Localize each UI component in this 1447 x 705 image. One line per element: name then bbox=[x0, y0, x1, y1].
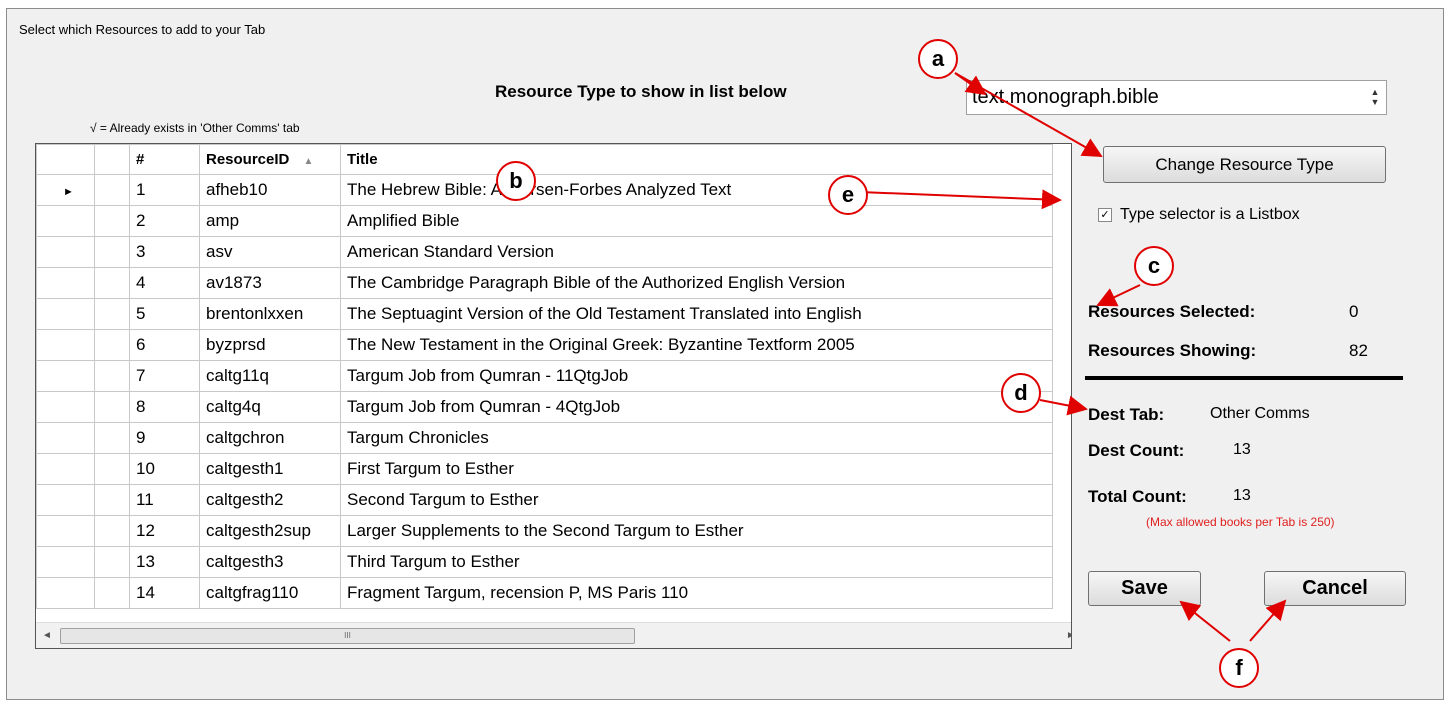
callout-e: e bbox=[828, 175, 868, 215]
callout-b: b bbox=[496, 161, 536, 201]
callout-f: f bbox=[1219, 648, 1259, 688]
arrow-c-to-selected bbox=[1096, 284, 1141, 307]
arrow-f-to-cancel bbox=[1249, 599, 1287, 642]
arrow-f-to-save bbox=[1179, 600, 1231, 642]
arrow-e-to-scrollbar bbox=[859, 189, 1062, 210]
callout-a: a bbox=[918, 39, 958, 79]
arrow-a-to-change-button bbox=[954, 72, 1103, 157]
callout-c: c bbox=[1134, 246, 1174, 286]
annotation-arrows bbox=[859, 72, 1287, 642]
arrow-d-to-dest bbox=[1039, 395, 1088, 416]
callout-d: d bbox=[1001, 373, 1041, 413]
